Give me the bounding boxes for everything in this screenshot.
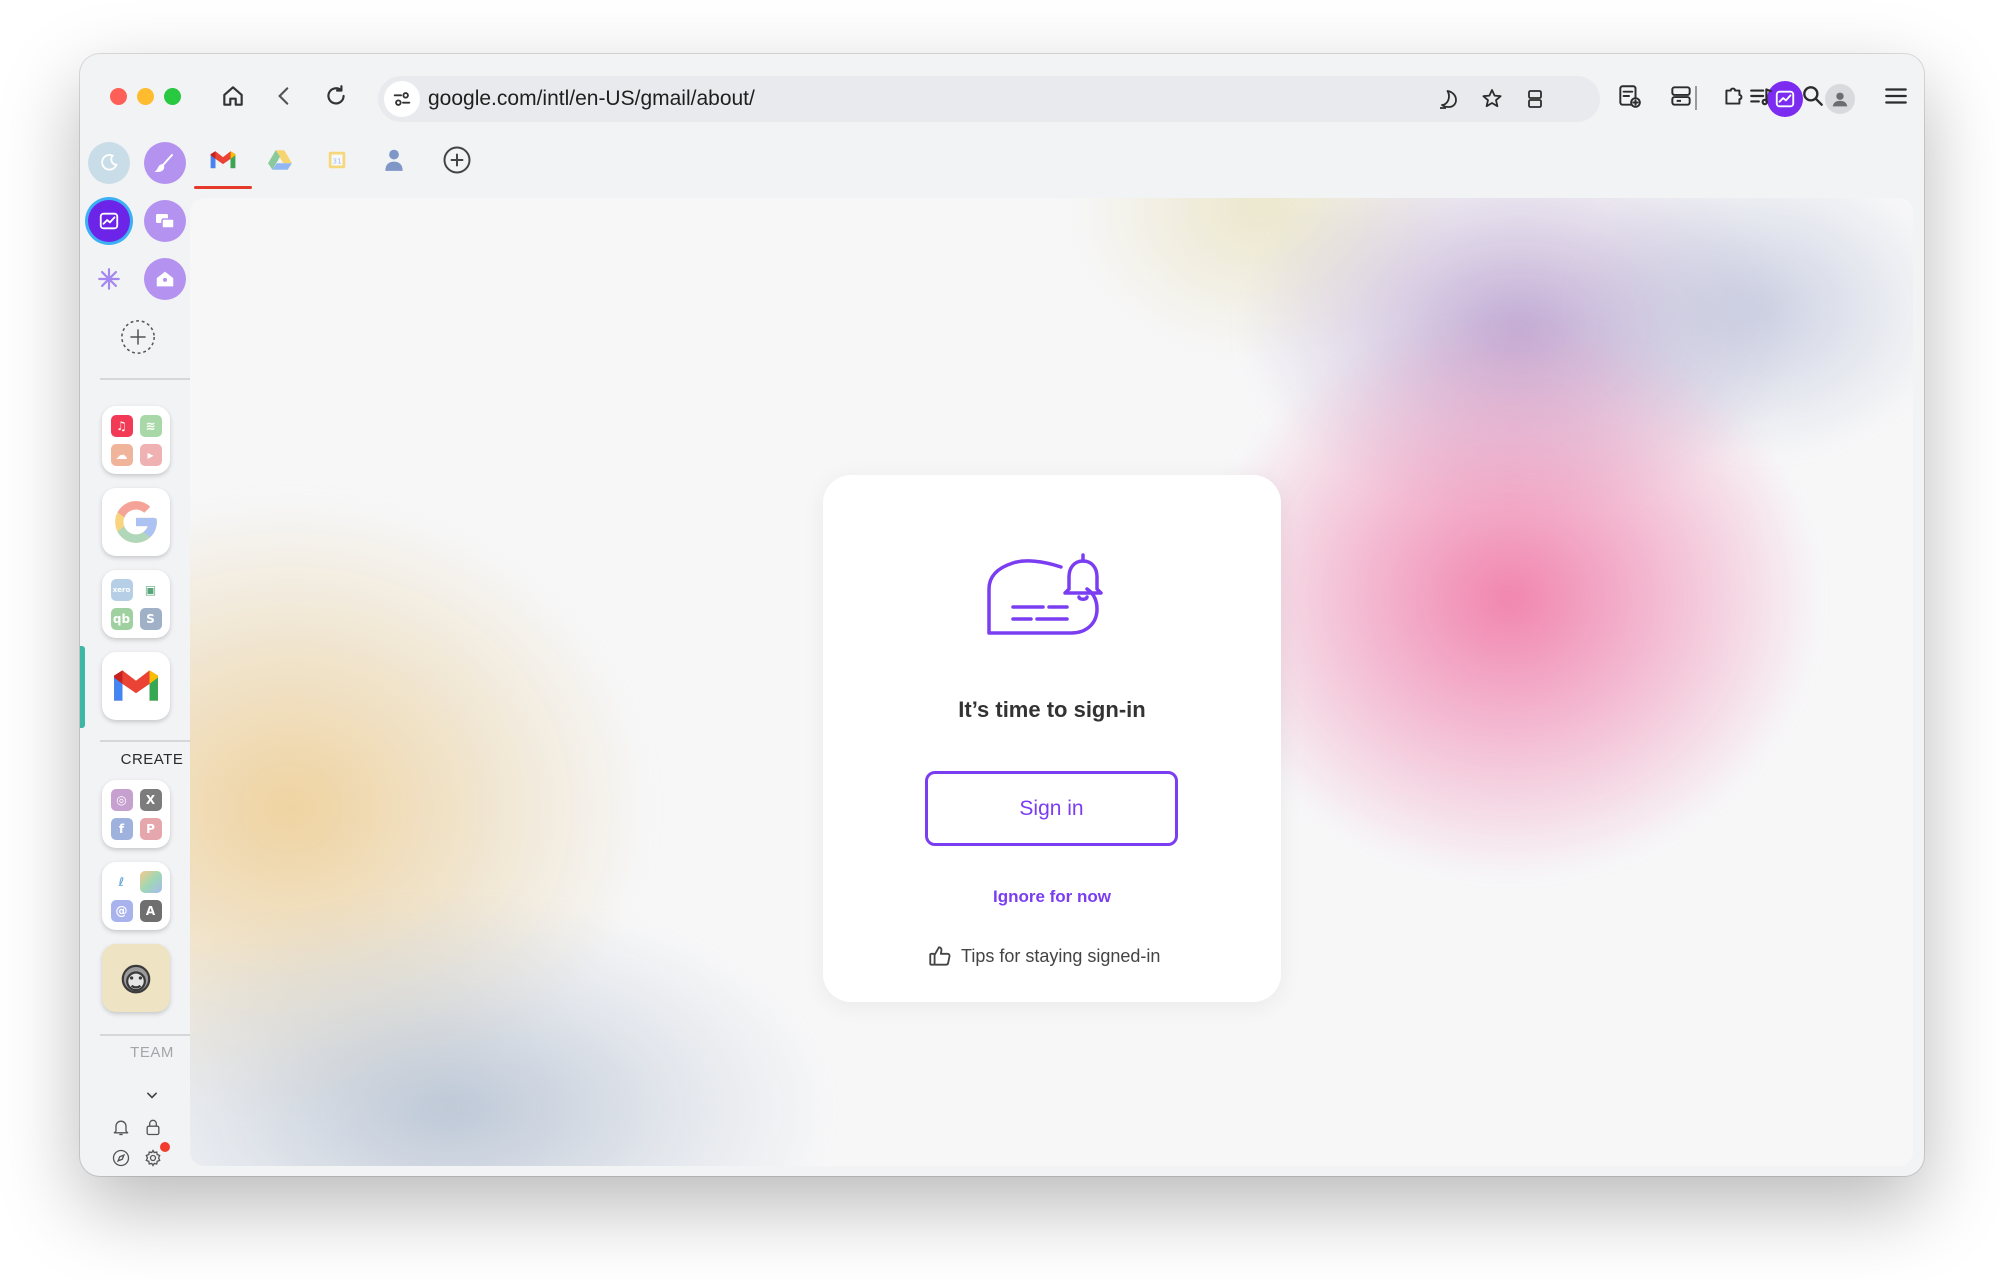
bell-icon[interactable] [108, 1114, 134, 1140]
brush-app[interactable] [144, 142, 186, 184]
google-app[interactable] [102, 488, 170, 556]
threads-icon: @ [110, 899, 133, 922]
excel-icon: ▣ [139, 578, 162, 601]
svg-text:31: 31 [332, 157, 341, 166]
sign-in-card: It’s time to sign-in Sign in Ignore for … [823, 475, 1281, 1002]
instagram-icon: ◎ [110, 788, 133, 811]
active-app-indicator [80, 646, 85, 728]
quickbooks-icon: qb [110, 607, 133, 630]
profile-icon[interactable] [1825, 84, 1855, 114]
tips-link[interactable]: Tips for staying signed-in [927, 941, 1160, 971]
s-app-icon: S [139, 607, 162, 630]
sidebar-divider [100, 378, 204, 380]
youtube-music-icon: ▸ [139, 443, 162, 466]
address-bar[interactable]: google.com/intl/en-US/gmail/about/ [378, 76, 1803, 122]
home-icon[interactable] [213, 76, 253, 116]
analytics-app[interactable] [88, 200, 130, 242]
gmail-tab[interactable] [203, 140, 243, 180]
bell-notification-illustration [987, 553, 1103, 635]
facebook-icon: f [110, 817, 133, 840]
apple-music-icon: ♫ [110, 414, 133, 437]
home-app[interactable] [144, 258, 186, 300]
reading-list-icon[interactable] [1609, 76, 1649, 116]
site-settings-icon[interactable] [384, 81, 420, 117]
lock-icon[interactable] [140, 1114, 166, 1140]
gradient-app-icon [139, 870, 162, 893]
contacts-tab[interactable] [374, 140, 414, 180]
toolbar-separator [1695, 86, 1697, 110]
mailchimp-app[interactable] [102, 944, 170, 1012]
chevron-down-icon[interactable] [139, 1082, 165, 1108]
tab-layout-icon[interactable] [1516, 80, 1554, 118]
bookmark-star-icon[interactable] [1473, 80, 1511, 118]
music-group[interactable]: ♫ ≋ ☁ ▸ [102, 406, 170, 474]
active-tab-indicator [194, 186, 252, 189]
google-calendar-tab[interactable]: 31 [317, 140, 357, 180]
mail-app[interactable] [144, 200, 186, 242]
spotify-icon: ≋ [139, 414, 162, 437]
pen-app-icon: ℓ [110, 870, 133, 893]
background-gradient-blob [1200, 318, 1820, 878]
xero-icon: xero [110, 578, 133, 601]
reload-icon[interactable] [316, 76, 356, 116]
maximize-window-button[interactable] [164, 88, 181, 105]
notification-badge [160, 1142, 170, 1152]
sign-in-button[interactable]: Sign in [925, 771, 1178, 846]
web-content: It’s time to sign-in Sign in Ignore for … [190, 198, 1913, 1166]
x-icon: X [139, 788, 162, 811]
spark-app[interactable] [88, 258, 130, 300]
close-window-button[interactable] [110, 88, 127, 105]
ignore-for-now-link[interactable]: Ignore for now [823, 887, 1281, 907]
back-icon[interactable] [264, 76, 304, 116]
dark-mode-icon[interactable] [1430, 80, 1468, 118]
browser-window: google.com/intl/en-US/gmail/about/ 31 ♫ … [80, 54, 1924, 1176]
sidebar-divider [100, 740, 204, 742]
google-drive-tab[interactable] [260, 140, 300, 180]
pinned-app-1[interactable] [88, 142, 130, 184]
thumbs-up-icon [929, 946, 951, 966]
compass-icon[interactable] [108, 1145, 134, 1171]
minimize-window-button[interactable] [137, 88, 154, 105]
new-tab-button[interactable] [437, 140, 477, 180]
social-group[interactable]: ◎ X f P [102, 780, 170, 848]
sidebar-divider [100, 1034, 204, 1036]
media-control-icon[interactable] [1741, 76, 1781, 116]
tips-label: Tips for staying signed-in [961, 945, 1161, 966]
business-group[interactable]: xero ▣ qb S [102, 570, 170, 638]
soundcloud-icon: ☁ [110, 443, 133, 466]
browser-toolbar: google.com/intl/en-US/gmail/about/ [80, 54, 1924, 144]
gmail-app[interactable] [102, 652, 170, 720]
url-text[interactable]: google.com/intl/en-US/gmail/about/ [428, 87, 755, 111]
vector-app-icon: A [139, 899, 162, 922]
add-app-button[interactable] [117, 316, 159, 358]
menu-icon[interactable] [1876, 76, 1916, 116]
design-group[interactable]: ℓ @ A [102, 862, 170, 930]
background-gradient-blob [190, 898, 830, 1166]
pinterest-icon: P [139, 817, 162, 840]
sign-in-title: It’s time to sign-in [958, 697, 1146, 722]
